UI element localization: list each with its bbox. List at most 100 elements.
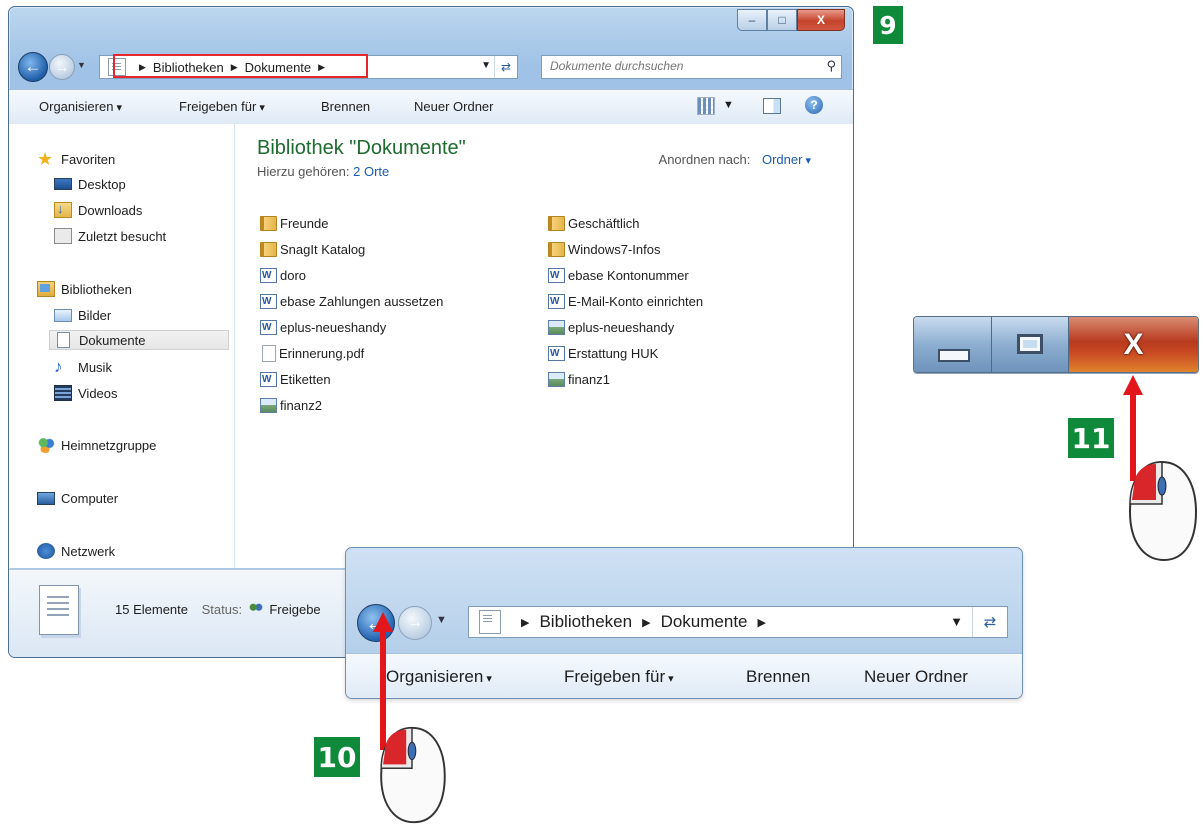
breadcrumb-chevron-icon[interactable]: ▶	[318, 62, 325, 73]
folder-file-icon	[548, 241, 565, 257]
maximize-button[interactable]: □	[767, 9, 797, 31]
zoomed-caption-buttons: X	[913, 316, 1199, 373]
breadcrumb-chevron-icon[interactable]: ▶	[642, 616, 650, 629]
share-menu[interactable]: Freigeben für	[179, 99, 265, 114]
preview-pane-icon[interactable]	[763, 98, 781, 114]
breadcrumb-chevron-icon[interactable]: ▶	[521, 616, 529, 629]
file-item[interactable]: ebase Kontonummer	[548, 265, 689, 285]
file-item[interactable]: doro	[260, 265, 306, 285]
desktop-icon	[54, 178, 72, 190]
file-item[interactable]: SnagIt Katalog	[260, 239, 365, 259]
file-list-area: Bibliothek "Dokumente" Hierzu gehören: 2…	[235, 124, 853, 568]
breadcrumb-dokumente[interactable]: Dokumente	[245, 60, 311, 75]
new-folder-button[interactable]: Neuer Ordner	[414, 99, 493, 114]
nav-downloads[interactable]: Downloads	[54, 200, 142, 220]
address-dropdown-icon[interactable]: ▼	[950, 614, 963, 629]
word-file-icon	[260, 267, 277, 283]
nav-pictures[interactable]: Bilder	[54, 305, 111, 325]
nav-libraries[interactable]: Bibliotheken	[37, 279, 132, 299]
nav-network[interactable]: Netzwerk	[37, 541, 115, 561]
address-bar[interactable]: ▶ Bibliotheken ▶ Dokumente ▶ ▼ ⇄	[99, 54, 518, 79]
organize-menu[interactable]: Organisieren	[386, 667, 492, 687]
organize-menu[interactable]: Organisieren	[39, 99, 122, 114]
includes-label: Hierzu gehören:	[257, 164, 350, 179]
file-item[interactable]: finanz1	[548, 369, 610, 389]
arrow-up-icon	[373, 612, 393, 632]
nav-documents[interactable]: Dokumente	[49, 330, 229, 350]
nav-desktop[interactable]: Desktop	[54, 174, 126, 194]
file-item[interactable]: Windows7-Infos	[548, 239, 660, 259]
nav-homegroup[interactable]: Heimnetzgruppe	[37, 435, 156, 455]
arrange-dropdown[interactable]: Ordner	[762, 152, 811, 167]
homegroup-icon	[37, 437, 55, 453]
close-button[interactable]: X	[797, 9, 845, 31]
share-menu[interactable]: Freigeben für	[564, 667, 674, 687]
file-item[interactable]: Etiketten	[260, 369, 331, 389]
address-dropdown-icon[interactable]: ▼	[481, 60, 491, 71]
breadcrumb-chevron-icon[interactable]: ▶	[139, 62, 146, 73]
library-document-icon	[39, 585, 79, 635]
nav-music[interactable]: ♪ Musik	[54, 357, 112, 377]
change-view-icon[interactable]	[697, 97, 715, 115]
file-item[interactable]: finanz2	[260, 395, 322, 415]
zoomed-address-bar[interactable]: ▶ Bibliotheken ▶ Dokumente ▶ ▼ ⇄	[468, 606, 1008, 638]
file-item[interactable]: Erinnerung.pdf	[260, 343, 364, 363]
word-file-icon	[548, 267, 565, 283]
zoomed-minimize-button[interactable]	[914, 317, 992, 372]
file-item[interactable]: Freunde	[260, 213, 328, 233]
breadcrumb-chevron-icon[interactable]: ▶	[231, 62, 238, 73]
breadcrumb-dokumente[interactable]: Dokumente	[661, 612, 748, 632]
folder-file-icon	[260, 241, 277, 257]
includes-locations-link[interactable]: 2 Orte	[353, 164, 389, 179]
back-button[interactable]: ←	[18, 52, 48, 82]
details-text: 15 Elemente Status: Freigebe	[115, 602, 321, 617]
nav-recent[interactable]: Zuletzt besucht	[54, 226, 166, 246]
burn-button[interactable]: Brennen	[746, 667, 810, 687]
file-name: Freunde	[280, 215, 329, 231]
zoomed-forward-button[interactable]: →	[398, 606, 432, 640]
minimize-button[interactable]: –	[737, 9, 767, 31]
help-icon[interactable]: ?	[805, 96, 823, 114]
computer-icon	[37, 491, 55, 505]
file-name: Windows7-Infos	[568, 241, 661, 257]
file-item[interactable]: eplus-neueshandy	[260, 317, 386, 337]
search-input[interactable]	[542, 56, 810, 76]
image-file-icon	[260, 397, 277, 413]
file-item[interactable]: Erstattung HUK	[548, 343, 658, 363]
library-title: Bibliothek "Dokumente"	[257, 137, 466, 159]
breadcrumb-bibliotheken[interactable]: Bibliotheken	[539, 612, 632, 632]
forward-button[interactable]: →	[49, 54, 75, 80]
recent-pages-dropdown[interactable]: ▼	[77, 60, 86, 70]
file-name: doro	[280, 267, 307, 283]
libraries-icon	[37, 281, 55, 297]
file-item[interactable]: ebase Zahlungen aussetzen	[260, 291, 443, 311]
nav-favorites[interactable]: ★ Favoriten	[37, 149, 115, 169]
status-value: Freigebe	[269, 602, 321, 617]
breadcrumb-chevron-icon[interactable]: ▶	[758, 616, 766, 629]
shared-users-icon	[248, 602, 263, 615]
nav-computer[interactable]: Computer	[37, 488, 118, 508]
document-icon	[57, 332, 70, 348]
nav-videos[interactable]: Videos	[54, 383, 118, 403]
refresh-icon[interactable]: ⇄	[972, 607, 1007, 637]
zoomed-close-button[interactable]: X	[1069, 317, 1198, 372]
file-item[interactable]: eplus-neueshandy	[548, 317, 674, 337]
refresh-icon[interactable]: ⇄	[494, 56, 517, 78]
search-box[interactable]: ⚲	[541, 55, 842, 79]
file-item[interactable]: Geschäftlich	[548, 213, 640, 233]
view-dropdown-icon[interactable]: ▼	[723, 99, 734, 111]
file-item[interactable]: E-Mail-Konto einrichten	[548, 291, 703, 311]
zoomed-maximize-button[interactable]	[992, 317, 1069, 372]
new-folder-button[interactable]: Neuer Ordner	[864, 667, 968, 687]
file-name: ebase Kontonummer	[568, 267, 689, 283]
zoomed-recent-pages-dropdown[interactable]: ▼	[436, 614, 447, 626]
zoomed-command-bar: Organisieren Freigeben für Brennen Neuer…	[346, 653, 1022, 698]
burn-button[interactable]: Brennen	[321, 99, 370, 114]
search-icon[interactable]: ⚲	[826, 58, 836, 74]
nav-label: Zuletzt besucht	[78, 228, 167, 244]
file-name: Geschäftlich	[568, 215, 640, 231]
mouse-icon	[1128, 460, 1198, 562]
nav-label: Bilder	[78, 307, 112, 323]
status-label: Status:	[201, 602, 243, 617]
breadcrumb-bibliotheken[interactable]: Bibliotheken	[153, 60, 224, 75]
